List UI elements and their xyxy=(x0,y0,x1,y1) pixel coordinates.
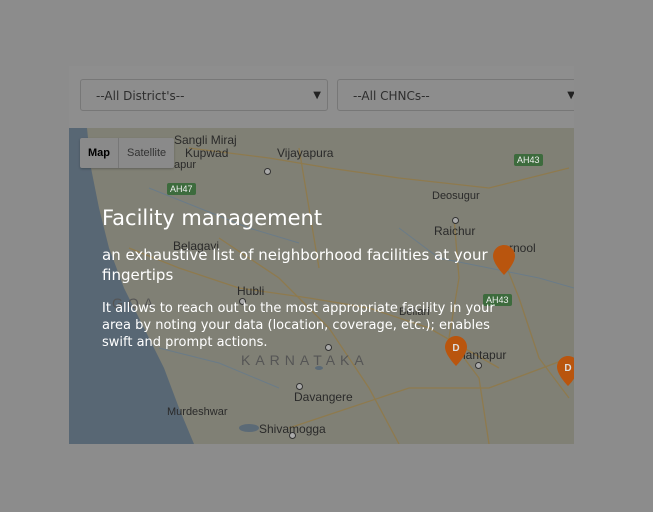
place-label: Raichur xyxy=(434,224,476,238)
city-dot xyxy=(452,217,459,224)
map-type-control: Map Satellite xyxy=(80,138,175,168)
filter-bar: --All District's-- ▼ --All CHNCs-- ▼ xyxy=(69,66,574,128)
place-label: apur xyxy=(174,159,197,171)
marker-letter: D xyxy=(564,363,571,374)
district-select-value: --All District's-- xyxy=(96,89,185,103)
place-label: Kupwad xyxy=(185,146,229,160)
overlay-title: Facility management xyxy=(102,206,323,230)
place-label: Hubli xyxy=(237,284,265,298)
overlay-subtitle: an exhaustive list of neighborhood facil… xyxy=(102,246,488,284)
chevron-down-icon: ▼ xyxy=(313,90,321,101)
chnc-select-value: --All CHNCs-- xyxy=(353,89,430,103)
map-marker-icon[interactable]: D xyxy=(557,356,574,386)
city-dot xyxy=(296,383,303,390)
map-type-satellite-button[interactable]: Satellite xyxy=(118,138,174,168)
city-dot xyxy=(289,432,296,439)
highway-shield: AH43 xyxy=(514,154,543,166)
city-dot xyxy=(475,362,482,369)
place-label: Davangere xyxy=(294,390,353,404)
chnc-select[interactable]: --All CHNCs-- ▼ xyxy=(337,79,574,111)
map-view[interactable]: Map Satellite Sangli Miraj Kupwad Vijaya… xyxy=(69,128,574,444)
chevron-down-icon: ▼ xyxy=(567,90,574,101)
place-label: Murdeshwar xyxy=(167,406,228,418)
place-label: Vijayapura xyxy=(277,146,334,160)
place-label: Sangli Miraj xyxy=(174,133,237,147)
overlay-description: It allows to reach out to the most appro… xyxy=(102,301,495,350)
highway-shield: AH47 xyxy=(167,183,196,195)
district-select[interactable]: --All District's-- ▼ xyxy=(80,79,328,111)
city-dot xyxy=(264,168,271,175)
place-label: Deosugur xyxy=(432,190,480,202)
place-label: KARNATAKA xyxy=(241,352,369,368)
map-type-map-button[interactable]: Map xyxy=(80,138,118,168)
